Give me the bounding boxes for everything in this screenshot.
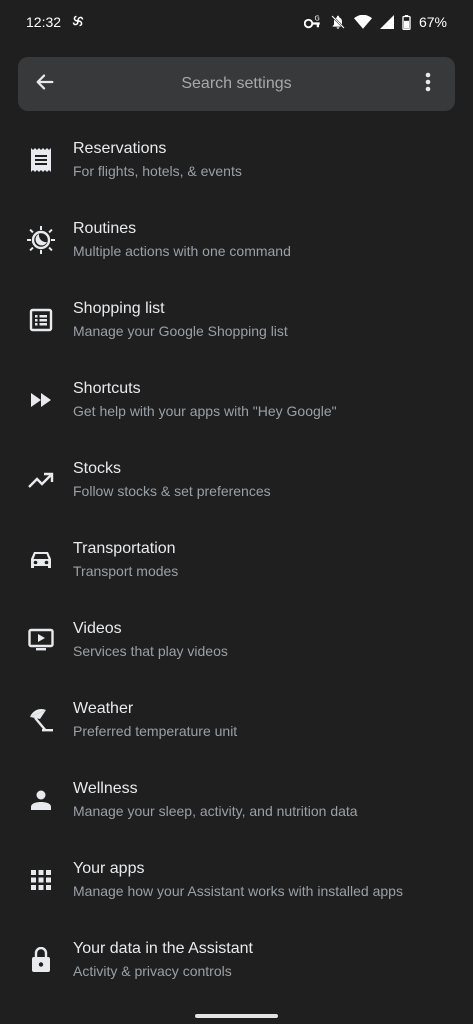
more-vert-icon (425, 72, 431, 97)
lock-icon (25, 944, 57, 976)
pinwheel-icon (69, 12, 87, 33)
list-box-icon (25, 304, 57, 336)
item-subtitle: Services that play videos (73, 643, 228, 659)
item-title: Transportation (73, 540, 176, 557)
list-item-wellness[interactable]: Wellness Manage your sleep, activity, an… (0, 760, 473, 840)
item-subtitle: Multiple actions with one command (73, 243, 291, 259)
item-subtitle: Manage your Google Shopping list (73, 323, 288, 339)
apps-grid-icon (25, 864, 57, 896)
list-item-reservations[interactable]: Reservations For flights, hotels, & even… (0, 120, 473, 200)
item-title: Videos (73, 620, 122, 637)
item-subtitle: Preferred temperature unit (73, 723, 238, 739)
vpn-key-icon: G (303, 14, 322, 30)
bell-off-icon (330, 14, 346, 30)
item-title: Shopping list (73, 300, 165, 317)
item-title: Your data in the Assistant (73, 940, 253, 957)
back-button[interactable] (18, 57, 72, 111)
item-subtitle: For flights, hotels, & events (73, 163, 242, 179)
item-title: Routines (73, 220, 137, 237)
clock: 12:32 (26, 14, 62, 30)
list-item-transportation[interactable]: Transportation Transport modes (0, 520, 473, 600)
item-title: Weather (73, 700, 134, 717)
more-options-button[interactable] (401, 57, 455, 111)
list-item-stocks[interactable]: Stocks Follow stocks & set preferences (0, 440, 473, 520)
car-icon (25, 544, 57, 576)
item-title: Wellness (73, 780, 138, 797)
list-item-your-apps[interactable]: Your apps Manage how your Assistant work… (0, 840, 473, 920)
item-subtitle: Get help with your apps with "Hey Google… (73, 403, 337, 419)
item-title: Shortcuts (73, 380, 141, 397)
item-title: Stocks (73, 460, 122, 477)
signal-icon (379, 15, 394, 29)
item-subtitle: Activity & privacy controls (73, 963, 232, 979)
home-indicator[interactable] (195, 1014, 278, 1018)
beach-umbrella-icon (25, 704, 57, 736)
search-bar: Search settings (18, 57, 455, 111)
fast-forward-icon (25, 384, 57, 416)
search-input[interactable]: Search settings (72, 75, 401, 93)
list-item-routines[interactable]: Routines Multiple actions with one comma… (0, 200, 473, 280)
tv-play-icon (25, 624, 57, 656)
status-bar-right: G 67% (303, 14, 447, 30)
battery-percent: 67% (418, 14, 447, 30)
status-bar-left: 12:32 (26, 12, 87, 33)
svg-text:G: G (314, 15, 319, 23)
item-title: Your apps (73, 860, 145, 877)
item-title: Reservations (73, 140, 167, 157)
receipt-icon (25, 144, 57, 176)
item-subtitle: Follow stocks & set preferences (73, 483, 271, 499)
list-item-shopping-list[interactable]: Shopping list Manage your Google Shoppin… (0, 280, 473, 360)
arrow-back-icon (34, 71, 56, 98)
status-bar: 12:32 G 67% (0, 0, 473, 44)
trending-up-icon (25, 464, 57, 496)
item-subtitle: Manage your sleep, activity, and nutriti… (73, 803, 358, 819)
list-item-videos[interactable]: Videos Services that play videos (0, 600, 473, 680)
list-item-shortcuts[interactable]: Shortcuts Get help with your apps with "… (0, 360, 473, 440)
list-item-weather[interactable]: Weather Preferred temperature unit (0, 680, 473, 760)
item-subtitle: Transport modes (73, 563, 179, 579)
routine-sun-moon-icon (25, 224, 57, 256)
item-subtitle: Manage how your Assistant works with ins… (73, 883, 403, 899)
wifi-icon (353, 15, 372, 29)
settings-list: Reservations For flights, hotels, & even… (0, 120, 473, 1000)
person-icon (25, 784, 57, 816)
battery-icon (402, 14, 411, 30)
list-item-your-data[interactable]: Your data in the Assistant Activity & pr… (0, 920, 473, 1000)
